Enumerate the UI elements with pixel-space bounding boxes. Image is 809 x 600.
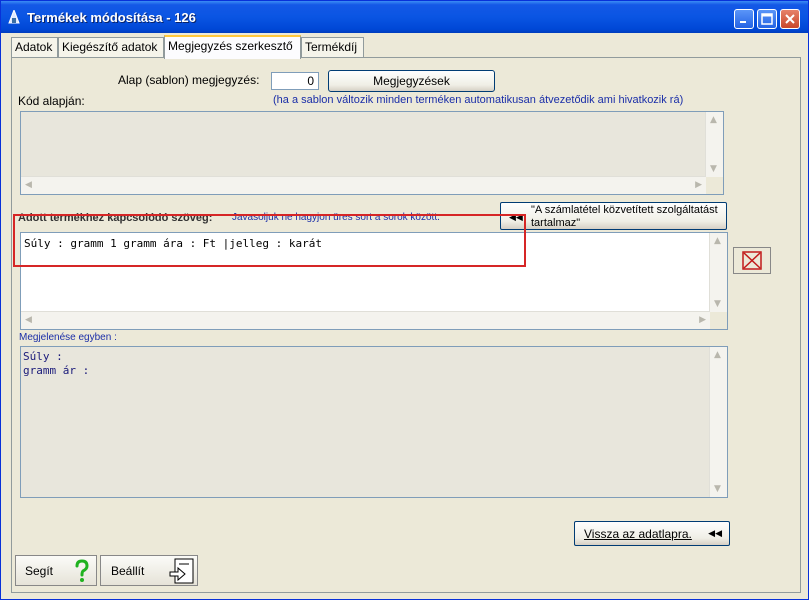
scroll-right-icon: ▶ [699,315,706,325]
preview-memo-vscroll[interactable]: ▲ ▼ [709,347,727,497]
main-window: Termékek módosítása - 126 Adatok Kiegész… [0,0,809,600]
scroll-left-icon: ◀ [25,315,32,325]
help-button[interactable]: Segít [15,555,97,586]
tab-adatok[interactable]: Adatok [11,37,58,57]
minimize-icon [740,21,746,23]
scroll-left-icon: ◀ [25,180,32,190]
scroll-down-icon: ▼ [714,484,721,494]
maximize-icon [761,13,773,25]
settings-button[interactable]: Beállít [100,555,198,586]
highlight-box [13,214,526,267]
tab-termekdij[interactable]: Termékdíj [301,37,364,57]
intermediated-service-label: "A számlatétel közvetített szolgáltatást… [531,204,718,229]
settings-button-label: Beállít [111,564,145,578]
template-label: Alap (sablon) megjegyzés: [118,73,260,87]
preview-line-2: gramm ár : [23,364,90,377]
scroll-corner [706,177,723,194]
scroll-up-icon: ▲ [710,115,717,125]
notes-button[interactable]: Megjegyzések [328,70,495,92]
window-title: Termékek módosítása - 126 [27,10,196,25]
back-to-datasheet-button[interactable]: Vissza az adatlapra. ◀◀ [574,521,730,546]
code-memo-hscroll[interactable]: ◀ ▶ [21,176,706,194]
close-button[interactable] [780,9,800,29]
minimize-button[interactable] [734,9,754,29]
preview-memo[interactable]: Súly : gramm ár : ▲ ▼ [20,346,728,498]
scroll-right-icon: ▶ [695,180,702,190]
preview-label: Megjelenése egyben : [19,332,117,343]
scroll-corner [710,312,727,329]
scroll-up-icon: ▲ [714,350,721,360]
delete-x-icon [742,251,762,270]
scroll-up-icon: ▲ [714,236,721,246]
preview-line-1: Súly : [23,350,63,363]
title-bar: Termékek módosítása - 126 [1,1,808,33]
code-memo[interactable]: ▲ ▼ ◀ ▶ [20,111,724,195]
intermediated-service-button[interactable]: ◀◀ "A számlatétel közvetített szolgáltat… [500,202,727,230]
scroll-down-icon: ▼ [710,164,717,174]
scroll-down-icon: ▼ [714,299,721,309]
maximize-button[interactable] [757,9,777,29]
product-memo-hscroll[interactable]: ◀ ▶ [21,311,710,329]
back-button-label: Vissza az adatlapra. [584,527,692,541]
tab-panel: Alap (sablon) megjegyzés: 0 Megjegyzések… [11,57,801,593]
help-button-label: Segít [25,564,54,578]
apply-arrow-icon [169,558,194,584]
tab-kiegeszito-adatok[interactable]: Kiegészítő adatok [58,37,164,57]
rewind-icon: ◀◀ [708,528,722,538]
code-label: Kód alapján: [18,94,85,108]
code-memo-vscroll[interactable]: ▲ ▼ [705,112,723,177]
close-icon [785,14,795,24]
question-mark-icon [75,559,89,582]
app-icon [8,10,20,24]
product-memo-vscroll[interactable]: ▲ ▼ [709,233,727,312]
delete-button[interactable] [733,247,771,274]
template-hint: (ha a sablon változik minden terméken au… [273,94,684,106]
template-number-input[interactable]: 0 [271,72,319,90]
tab-megjegyzes-szerkeszto[interactable]: Megjegyzés szerkesztő [164,35,301,59]
